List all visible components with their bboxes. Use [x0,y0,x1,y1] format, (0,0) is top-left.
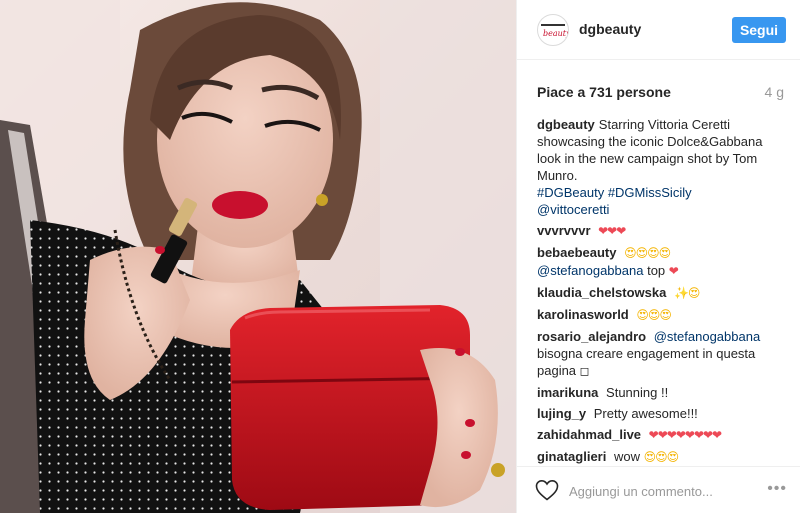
post-username[interactable]: dgbeauty [579,21,641,37]
comment-item: imarikuna Stunning !! [537,384,787,401]
post-sidebar: beauty dgbeauty Segui Piace a 731 person… [516,0,800,513]
caption: dgbeauty Starring Vittoria Ceretti showca… [537,116,787,218]
comment-text: Pretty awesome!!! [593,406,698,421]
comment-emoji: 😍😍😍 [643,450,680,464]
comment-emoji: ❤❤❤❤❤❤❤❤ [648,428,722,442]
comment-mention[interactable]: @stefanogabbana [537,263,643,278]
comment-emoji: ❤ [668,264,679,278]
comment-item: karolinasworld 😍😍😍 [537,306,787,324]
caption-mention[interactable]: @vittoceretti [537,202,609,217]
comment-username[interactable]: ginataglieri [537,449,606,464]
comments-list: dgbeauty Starring Vittoria Ceretti showca… [537,116,787,470]
comment-text: wow [613,449,640,464]
more-icon[interactable]: ••• [767,480,787,498]
comment-username[interactable]: karolinasworld [537,307,629,322]
comment-item: zahidahmad_live ❤❤❤❤❤❤❤❤ [537,426,787,444]
comment-emoji: 😍😍😍😍 [624,246,671,260]
follow-button[interactable]: Segui [732,17,786,43]
comment-input[interactable] [569,481,749,501]
comment-emoji: 😍😍😍 [636,308,672,322]
post-header: beauty dgbeauty Segui [517,0,800,60]
comment-emoji: ❤❤❤ [598,224,626,238]
comment-emoji: ◻ [579,364,590,378]
comment-footer: ••• [517,466,800,513]
comment-item: rosario_alejandro @stefanogabbana bisogn… [537,328,787,380]
likes-count[interactable]: Piace a 731 persone [537,84,671,100]
comment-text: top [647,263,666,278]
comment-text: Stunning !! [606,385,669,400]
comment-username[interactable]: imarikuna [537,385,598,400]
avatar-logo-script: beauty [543,29,569,38]
caption-hashtags[interactable]: #DGBeauty #DGMissSicily [537,185,692,200]
comment-username[interactable]: zahidahmad_live [537,427,641,442]
comment-username[interactable]: klaudia_chelstowska [537,285,666,300]
heart-icon[interactable] [535,479,559,501]
comment-item: bebaebeauty 😍😍😍😍 @stefanogabbana top ❤ [537,244,787,280]
comment-username[interactable]: rosario_alejandro [537,329,646,344]
comment-item: ginataglieri wow 😍😍😍 [537,448,787,466]
comment-item: vvvrvvvr ❤❤❤ [537,222,787,240]
campaign-photo-illustration [0,0,516,513]
caption-username[interactable]: dgbeauty [537,117,595,132]
comment-text: bisogna creare engagement in questa pagi… [537,346,756,378]
comment-username[interactable]: vvvrvvvr [537,223,591,238]
comment-username[interactable]: lujing_y [537,406,586,421]
comment-username[interactable]: bebaebeauty [537,245,616,260]
comment-item: klaudia_chelstowska ✨😍 [537,284,787,302]
avatar-logo-bar [541,24,565,26]
post-photo[interactable] [0,0,516,513]
comment-mention[interactable]: @stefanogabbana [654,329,760,344]
avatar[interactable]: beauty [537,14,569,46]
post-time[interactable]: 4 g [765,84,784,100]
comment-item: lujing_y Pretty awesome!!! [537,405,787,422]
comment-emoji: ✨😍 [673,286,700,300]
